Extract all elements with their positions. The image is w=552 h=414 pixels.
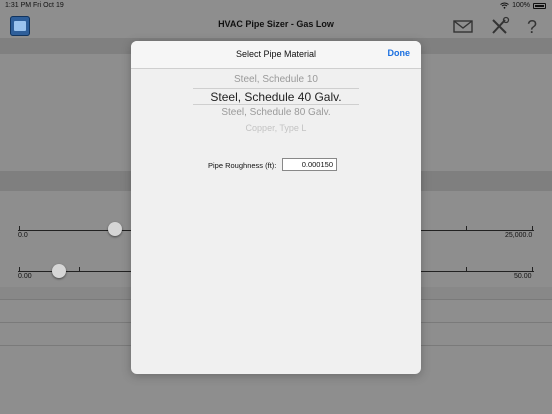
bg-slider-tick bbox=[19, 267, 20, 272]
roughness-input[interactable] bbox=[282, 158, 337, 171]
picker-option[interactable]: Steel, Schedule 10 bbox=[181, 74, 371, 85]
bg-slider-tick bbox=[466, 267, 467, 272]
bg-slider-tick bbox=[532, 226, 533, 231]
battery-percent: 100% bbox=[512, 2, 530, 9]
pipe-material-picker[interactable]: Steel, Schedule 10 Steel, Schedule 40 Ga… bbox=[181, 71, 371, 133]
nav-bar: HVAC Pipe Sizer - Gas Low ? bbox=[0, 12, 552, 38]
bg-slider-track bbox=[18, 271, 131, 272]
status-right: 100% bbox=[500, 2, 546, 9]
bg-slider-min: 0.00 bbox=[18, 273, 32, 280]
picker-option[interactable]: Copper, Type L bbox=[181, 123, 371, 133]
status-bar: 1:31 PM Fri Oct 19 100% bbox=[0, 0, 552, 12]
picker-selection-line bbox=[193, 104, 359, 105]
bg-slider-min: 0.0 bbox=[18, 232, 28, 239]
picker-selection-line bbox=[193, 88, 359, 89]
bg-slider-track bbox=[421, 230, 534, 231]
status-date: Fri Oct 19 bbox=[33, 2, 64, 9]
bg-slider-max: 50.00 bbox=[514, 273, 532, 280]
svg-text:?: ? bbox=[527, 17, 537, 36]
bg-slider-tick bbox=[466, 226, 467, 231]
wifi-icon bbox=[500, 2, 509, 9]
mail-icon[interactable] bbox=[452, 16, 474, 36]
bg-slider-track bbox=[421, 271, 534, 272]
done-button[interactable]: Done bbox=[388, 48, 411, 58]
modal-header: Select Pipe Material Done bbox=[131, 41, 421, 69]
bg-slider-thumb[interactable] bbox=[108, 222, 122, 236]
status-time: 1:31 PM bbox=[5, 2, 32, 9]
picker-option-selected[interactable]: Steel, Schedule 40 Galv. bbox=[181, 90, 371, 104]
modal-title: Select Pipe Material bbox=[235, 49, 317, 59]
bg-slider-tick bbox=[79, 267, 80, 272]
tools-icon[interactable] bbox=[489, 16, 511, 36]
roughness-label: Pipe Roughness (ft): bbox=[208, 161, 277, 170]
bg-slider-tick bbox=[19, 226, 20, 231]
bg-slider-thumb[interactable] bbox=[52, 264, 66, 278]
bg-slider-tick bbox=[532, 267, 533, 272]
bg-slider-max: 25,000.0 bbox=[505, 232, 533, 239]
battery-icon bbox=[533, 2, 546, 9]
pipe-material-modal: Select Pipe Material Done Steel, Schedul… bbox=[131, 41, 421, 374]
help-icon[interactable]: ? bbox=[523, 16, 545, 36]
picker-option[interactable]: Steel, Schedule 80 Galv. bbox=[181, 107, 371, 118]
